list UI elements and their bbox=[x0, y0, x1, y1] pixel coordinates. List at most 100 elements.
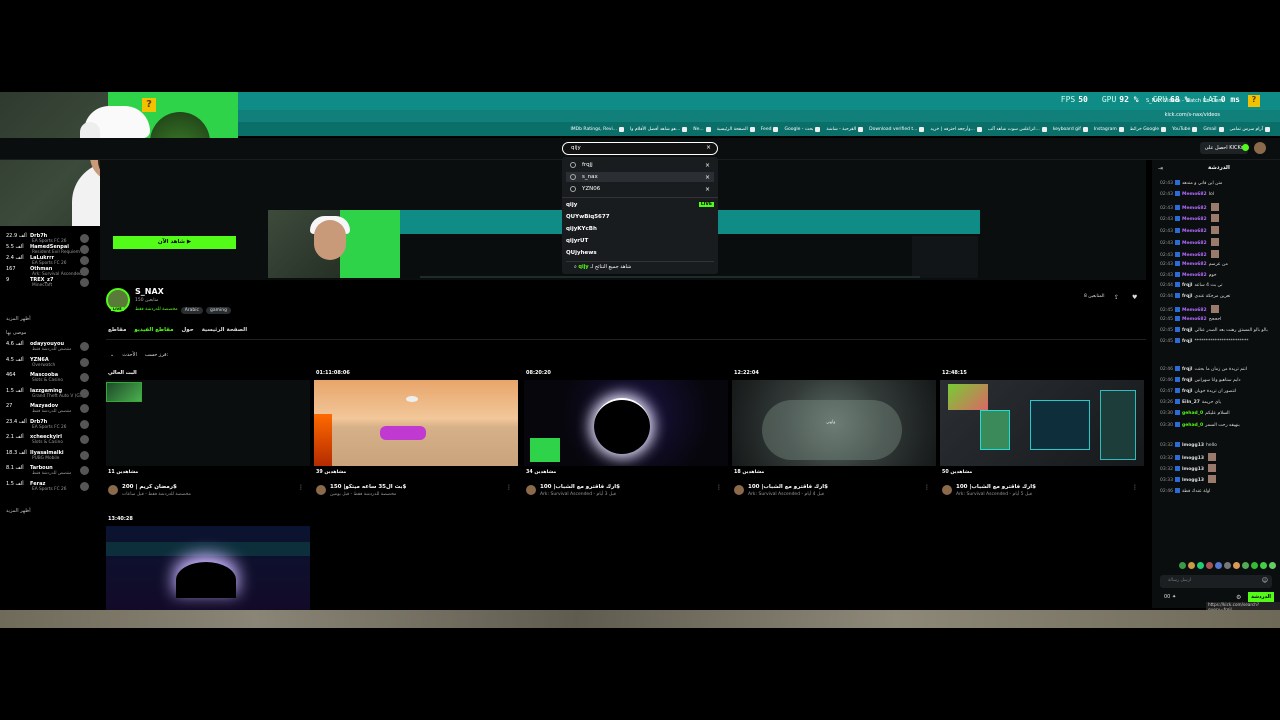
video-avatar[interactable] bbox=[734, 485, 744, 495]
show-more-link[interactable]: أظهر المزيد bbox=[6, 508, 31, 514]
video-category[interactable]: Ark: Survival Ascended - قبل 4 أيام bbox=[748, 492, 824, 497]
bookmark-item[interactable]: وأرجعه احترفه | خريد... bbox=[930, 126, 982, 132]
search-suggestion[interactable]: QUYwBiq5677 bbox=[566, 214, 610, 220]
chat-username[interactable]: lmogg13 bbox=[1182, 467, 1204, 472]
clear-search-icon[interactable]: × bbox=[706, 144, 711, 151]
video-title[interactable]: رمضان كريم | 200$ bbox=[122, 484, 177, 490]
bookmark-item[interactable]: Google - بحث bbox=[784, 126, 821, 132]
chat-username[interactable]: Eiln_27 bbox=[1182, 400, 1200, 405]
bookmark-item[interactable]: keyboard gif bbox=[1053, 126, 1088, 132]
recent-search-item[interactable]: s_nax × bbox=[566, 172, 714, 182]
bookmark-item[interactable]: YouTube bbox=[1172, 126, 1198, 132]
chat-message[interactable]: 02:44 frqjl تعرين مرجكة عندي bbox=[1160, 293, 1278, 301]
chat-message[interactable]: 03:32 lmogg13 bbox=[1160, 453, 1278, 461]
sidebar-channel[interactable]: 4.6 ألف odayyouyou مقصص للدردشة فقط bbox=[0, 340, 96, 354]
sidebar-channel[interactable]: 27 Mazyadov مقصص للدردشة فقط bbox=[0, 402, 96, 416]
search-suggestion[interactable]: QUjyhews bbox=[566, 250, 597, 256]
emote-bar[interactable] bbox=[1160, 562, 1276, 571]
get-kicks-button[interactable]: احصل على KICKs bbox=[1200, 142, 1248, 154]
video-card[interactable]: 13:40:28 bbox=[106, 514, 310, 612]
bookmark-item[interactable]: القرحبة - شاشة bbox=[826, 126, 864, 132]
chat-points[interactable]: 00 ✦ bbox=[1164, 594, 1176, 600]
video-card[interactable]: البث الحالي 11 مشاهدين رمضان كريم | 200$… bbox=[106, 368, 310, 498]
chat-message[interactable]: 02:43 Memo682 خوم bbox=[1160, 272, 1278, 280]
chat-message[interactable]: 03:32 lmogg13 hello bbox=[1160, 442, 1278, 450]
video-avatar[interactable] bbox=[316, 485, 326, 495]
video-category[interactable]: Ark: Survival Ascended - قبل 3 أيام bbox=[540, 492, 616, 497]
user-avatar[interactable] bbox=[1254, 142, 1266, 154]
video-avatar[interactable] bbox=[526, 485, 536, 495]
search-suggestion[interactable]: qijyKYcBh bbox=[566, 226, 597, 232]
chat-username[interactable]: Memo682 bbox=[1182, 273, 1207, 278]
chat-username[interactable]: frqjl bbox=[1182, 328, 1192, 333]
chat-username[interactable]: Memo682 bbox=[1182, 253, 1207, 258]
video-thumbnail[interactable] bbox=[524, 380, 728, 466]
chat-username[interactable]: frqjl bbox=[1182, 367, 1192, 372]
bookmark-item[interactable]: Download verified t... bbox=[869, 126, 925, 132]
chat-username[interactable]: lmogg13 bbox=[1182, 478, 1204, 483]
bookmark-item[interactable]: اتزاعلس سوت شاهد آلب... bbox=[988, 126, 1047, 132]
send-chat-button[interactable]: الدردشة bbox=[1248, 592, 1274, 602]
sidebar-channel[interactable]: 9 TREX_z7 Minecraft bbox=[0, 276, 96, 290]
emoji-icon[interactable]: ☺ bbox=[1262, 577, 1268, 584]
see-all-results[interactable]: ⌕ qijy شاهد جميع النتائج لـ bbox=[566, 261, 714, 272]
show-more-link[interactable]: أظهر المزيد bbox=[6, 316, 31, 322]
chat-username[interactable]: Memo682 bbox=[1182, 192, 1207, 197]
sidebar-channel[interactable]: 464 Mascooba Slots & Casino bbox=[0, 371, 96, 385]
tag-gaming[interactable]: gaming bbox=[205, 307, 231, 314]
chat-message[interactable]: 03:30 gehad_0 بنهيفه رحت السمر bbox=[1160, 422, 1278, 430]
video-title[interactable]: بث ال35 ساعه ميتكو| 150$ bbox=[330, 484, 406, 490]
sidebar-channel[interactable]: 8.1 ألف Tarboun مقصص للدردشة فقط bbox=[0, 464, 96, 478]
chat-message[interactable]: 03:26 Eiln_27 ياي حريمة bbox=[1160, 399, 1278, 407]
chat-username[interactable]: frqjl bbox=[1182, 294, 1192, 299]
chat-username[interactable]: frqjl bbox=[1182, 283, 1192, 288]
search-input[interactable]: qijy × bbox=[562, 142, 718, 155]
chat-username[interactable]: Memo682 bbox=[1182, 229, 1207, 234]
chat-username[interactable]: Memo682 bbox=[1182, 317, 1207, 322]
chat-message[interactable]: 02:45 Memo682 bbox=[1160, 305, 1278, 313]
chat-username[interactable]: frqjl bbox=[1182, 378, 1192, 383]
video-thumbnail[interactable] bbox=[106, 526, 310, 612]
video-thumbnail[interactable] bbox=[940, 380, 1144, 466]
chat-username[interactable]: lmogg13 bbox=[1182, 443, 1204, 448]
video-card[interactable]: 08:20:20 34 مشاهدين ارك فاقترو مع الشباب… bbox=[524, 368, 728, 498]
chat-username[interactable]: gehad_0 bbox=[1182, 411, 1203, 416]
sort-control[interactable]: ⌄ الأحدث فرز حسب: bbox=[110, 352, 168, 358]
more-options-icon[interactable]: ⋮ bbox=[298, 484, 304, 491]
heart-icon[interactable]: ♥ bbox=[1132, 294, 1137, 301]
chat-message[interactable]: 02:43 Memo682 lol bbox=[1160, 191, 1278, 199]
sort-value[interactable]: الأحدث bbox=[122, 352, 137, 358]
chat-message[interactable]: 02:46 frqjl انتم تريدة من زمان ما بحتت bbox=[1160, 366, 1278, 374]
chat-message[interactable]: 02:43 Memo682 bbox=[1160, 214, 1278, 222]
chat-message[interactable]: 02:46 اولة عندك قطة bbox=[1160, 488, 1278, 496]
follower-count-button[interactable]: المتابعين 8 bbox=[1084, 294, 1104, 299]
search-suggestion[interactable]: qijy bbox=[566, 202, 577, 208]
address-bar[interactable]: S_NAX Videos - Watch On-Dem kick.com/s-n… bbox=[238, 98, 1280, 122]
chat-message[interactable]: 02:45 frqjl بالو بالو المستق رهنت بعد الصد… bbox=[1160, 327, 1278, 335]
recent-search-item[interactable]: frqjj × bbox=[566, 160, 714, 170]
sidebar-channel[interactable]: 1.5 ألف Iazzgaming Grand Theft Auto V (GTA… bbox=[0, 387, 96, 401]
more-options-icon[interactable]: ⋮ bbox=[924, 484, 930, 491]
bookmark-item[interactable]: آرام سرس تمامی bbox=[1230, 126, 1270, 132]
video-card[interactable]: 12:48:15 50 مشاهدين ارك فاقترو مع الشباب… bbox=[940, 368, 1144, 498]
sidebar-channel[interactable]: 18.3 ألف Ilyasalmalki PUBG Mobile bbox=[0, 449, 96, 463]
sidebar-channel[interactable]: 4.5 ألف YZN6A Overwatch bbox=[0, 356, 96, 370]
bookmark-item[interactable]: Gmail bbox=[1203, 126, 1224, 132]
bookmark-item[interactable]: Feed bbox=[761, 126, 779, 132]
tab-videos[interactable]: مقاطع الفيديو bbox=[134, 327, 173, 333]
chat-message[interactable]: 03:33 lmogg13 bbox=[1160, 475, 1278, 483]
chat-message[interactable]: 02:43 Memo682 bbox=[1160, 203, 1278, 211]
video-category[interactable]: Ark: Survival Ascended - قبل 5 أيام bbox=[956, 492, 1032, 497]
watch-now-button[interactable]: شاهد الآن ▶ bbox=[113, 236, 236, 249]
video-thumbnail[interactable] bbox=[314, 380, 518, 466]
sidebar-channel[interactable]: 23.4 ألف Drb7h EA Sports FC 26 bbox=[0, 418, 96, 432]
video-category[interactable]: مخصصة للدردشة فقط - قبل ساعات bbox=[122, 492, 191, 497]
chat-username[interactable]: Memo682 bbox=[1182, 241, 1207, 246]
chat-message[interactable]: 02:47 frqjl انتصور ان تريدة خوبان bbox=[1160, 388, 1278, 396]
chat-message[interactable]: 02:45 frqjl ************************ bbox=[1160, 338, 1278, 346]
remove-recent-icon[interactable]: × bbox=[705, 162, 710, 169]
bookmark-item[interactable]: الصفحة الرئيسية bbox=[717, 126, 755, 132]
chat-username[interactable]: Memo682 bbox=[1182, 217, 1207, 222]
tab-title[interactable]: S_NAX Videos - Watch On-Dem bbox=[1146, 98, 1266, 104]
tag-arabic[interactable]: Arabic bbox=[180, 307, 203, 314]
